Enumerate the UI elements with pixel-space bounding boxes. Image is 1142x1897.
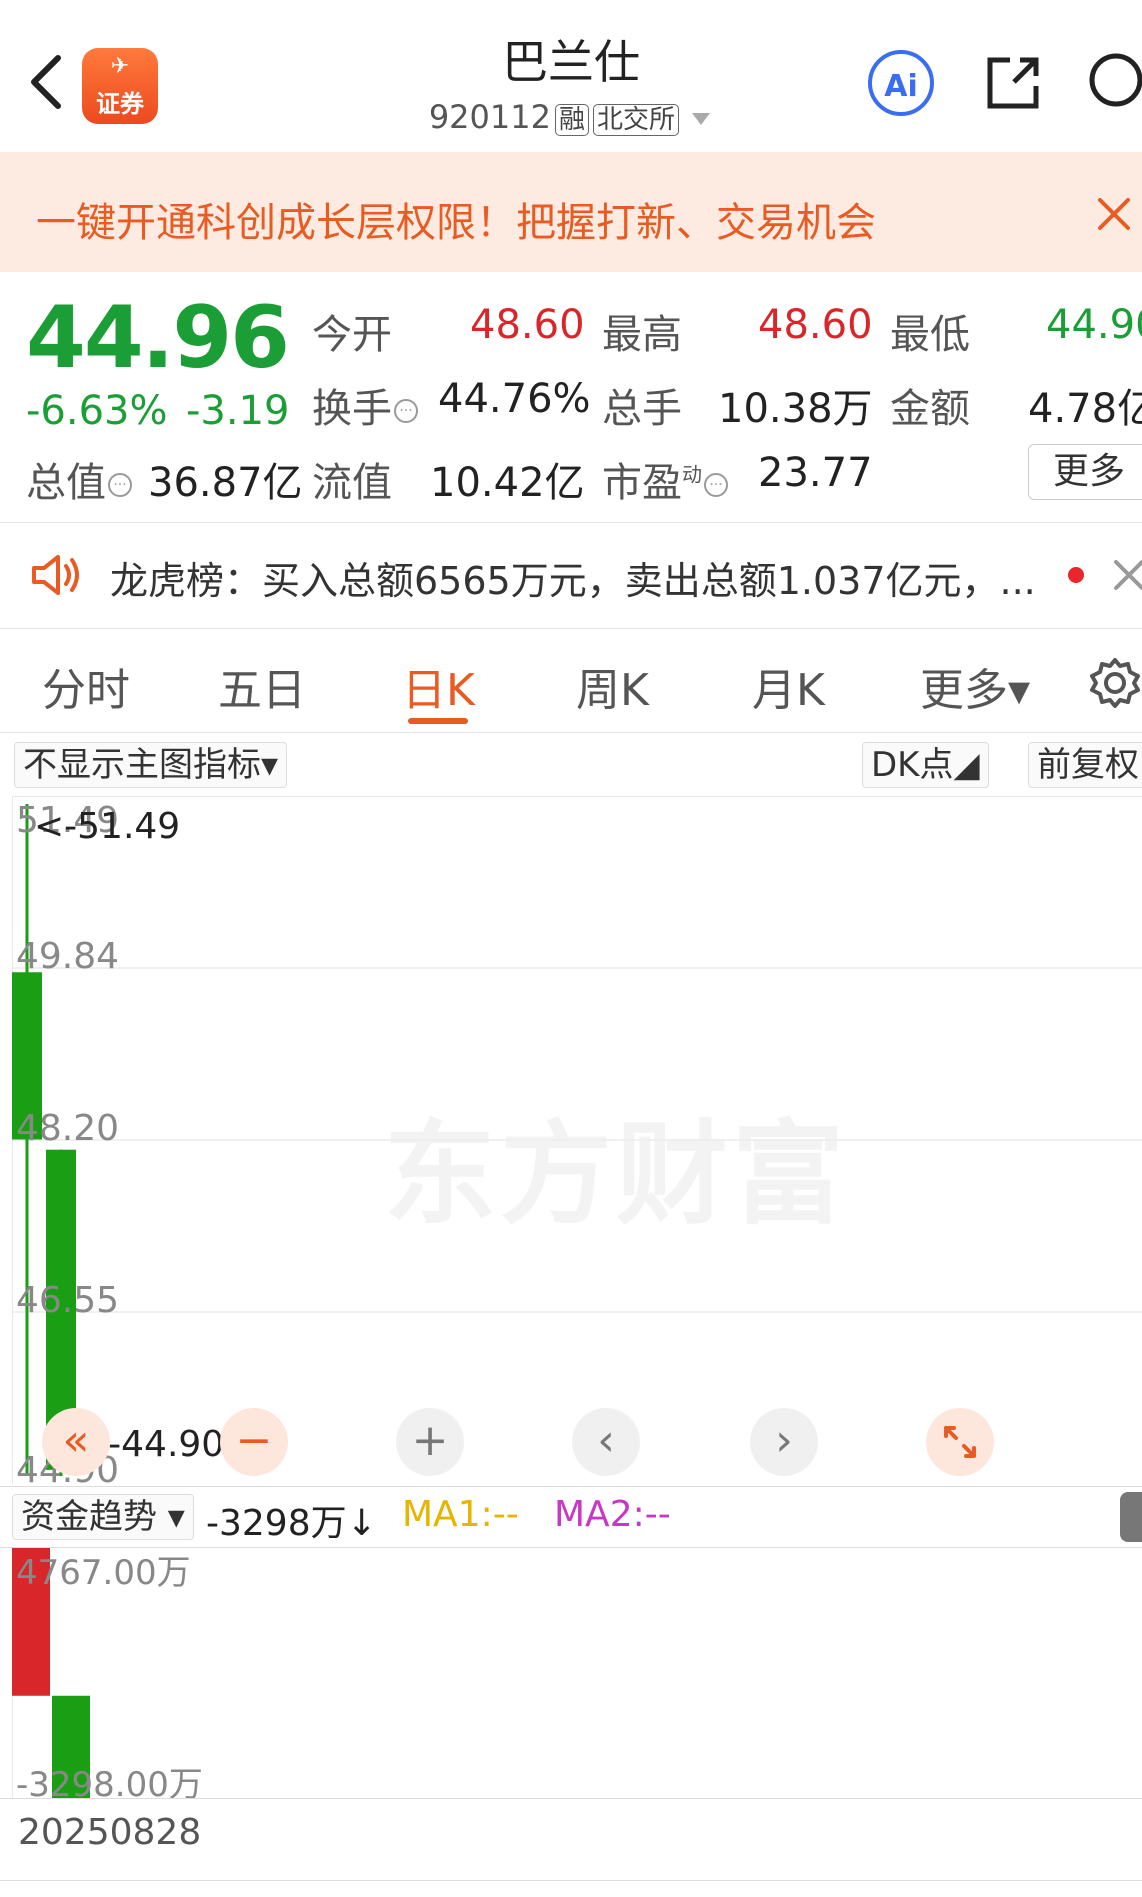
tab-five-day[interactable]: 五日 [218,654,306,718]
stock-name: 巴兰仕 [502,35,640,89]
active-tab-indicator [408,718,468,724]
scroll-left-fast-button[interactable]: « [42,1408,110,1476]
info-icon: ··· [704,473,728,497]
main-indicator-select[interactable]: 不显示主图指标▾ [14,742,288,788]
kline-chart[interactable]: 51.49 49.84 48.20 46.55 44.90 <-51.49 <-… [12,796,1142,1484]
more-button[interactable]: 更多 [1028,444,1142,500]
y-tick-label: -3298.00万 [16,1765,203,1798]
gear-icon[interactable] [1088,656,1142,710]
expand-icon [944,1426,976,1458]
exchange-tag: 北交所 [592,104,679,136]
stock-code-line[interactable]: 920112 融北交所 [0,98,1142,136]
side-panel-handle[interactable] [1120,1492,1142,1542]
search-icon[interactable] [1084,50,1142,116]
price-adjust-button[interactable]: 前复权 [1028,742,1142,788]
zoom-out-button[interactable]: − [220,1408,288,1476]
volume-value: 10.38万 [718,386,873,432]
open-value: 48.60 [470,302,585,348]
pe-value: 23.77 [758,450,873,496]
y-tick-label: 48.20 [16,1108,119,1149]
divider [0,628,1142,629]
close-icon[interactable] [1096,196,1132,232]
scroll-right-button[interactable]: › [750,1408,818,1476]
unread-dot [1068,567,1084,583]
info-icon: ··· [394,399,418,423]
mktcap-value: 36.87亿 [148,460,303,506]
open-label: 今开 [312,312,392,358]
current-price: 44.96 [26,288,290,388]
high-value: 48.60 [758,302,873,348]
turnover-value: 44.76% [438,376,591,422]
high-marker: <-51.49 [34,806,180,847]
speaker-icon [32,555,79,595]
fullscreen-button[interactable] [926,1408,994,1476]
amount-value: 4.78亿 [1028,386,1142,432]
fund-flow-value: -3298万↓ [206,1503,377,1544]
dropdown-triangle-icon [692,113,711,125]
pe-label-text: 市盈 [602,460,682,506]
turnover-label[interactable]: 换手 ··· [312,376,418,434]
high-label: 最高 [602,312,682,358]
fund-trend-select[interactable]: 资金趋势 ▾ [12,1494,194,1540]
mktcap-label-text: 总值 [26,460,106,506]
dk-point-button[interactable]: DK点◢ [862,742,989,788]
tab-weekly-k[interactable]: 周K [576,654,649,718]
promo-text: 一键开通科创成长层权限！把握打新、交易机会 [36,200,876,246]
tab-daily-k[interactable]: 日K [402,654,475,718]
tab-more[interactable]: 更多▾ [920,654,1030,718]
change-amount: -3.19 [186,388,290,434]
margin-tag: 融 [554,104,589,136]
divider [0,1880,1142,1881]
date-label: 20250828 [18,1812,202,1853]
tab-monthly-k[interactable]: 月K [752,654,825,718]
zoom-in-button[interactable]: + [396,1408,464,1476]
ma1-label: MA1:-- [402,1494,519,1535]
close-icon[interactable] [1112,558,1142,592]
scroll-left-button[interactable]: ‹ [572,1408,640,1476]
news-ticker[interactable]: 龙虎榜：买入总额6565万元，卖出总额1.037亿元，... [110,550,1036,605]
change-percent: -6.63% [26,388,168,434]
low-value: 44.90 [1046,302,1142,348]
low-label: 最低 [890,312,970,358]
fund-flow-chart: 4767.00万 -3298.00万 [12,1548,203,1798]
y-tick-label: 46.55 [16,1280,119,1321]
promo-banner[interactable]: 一键开通科创成长层权限！把握打新、交易机会 [0,152,1142,272]
float-value: 10.42亿 [430,460,585,506]
turnover-label-text: 换手 [312,386,392,432]
stock-code: 920112 [428,98,551,136]
pe-label[interactable]: 市盈动 ··· [602,450,728,508]
tab-intraday[interactable]: 分时 [42,654,130,718]
top-header: ✈ 证券 巴兰仕 920112 融北交所 Ai [0,0,1142,153]
float-label: 流值 [312,460,392,506]
pe-superscript: 动 [682,462,702,487]
ma2-label: MA2:-- [554,1494,671,1535]
divider [0,1798,1142,1799]
share-icon[interactable] [982,52,1044,114]
volume-label: 总手 [602,386,682,432]
y-tick-label: 49.84 [16,936,119,977]
y-tick-label: 4767.00万 [16,1553,191,1593]
mktcap-label[interactable]: 总值 ··· [26,450,132,508]
info-icon: ··· [108,473,132,497]
ai-button[interactable]: Ai [868,50,934,116]
divider [0,732,1142,733]
amount-label: 金额 [890,386,970,432]
divider [0,522,1142,523]
